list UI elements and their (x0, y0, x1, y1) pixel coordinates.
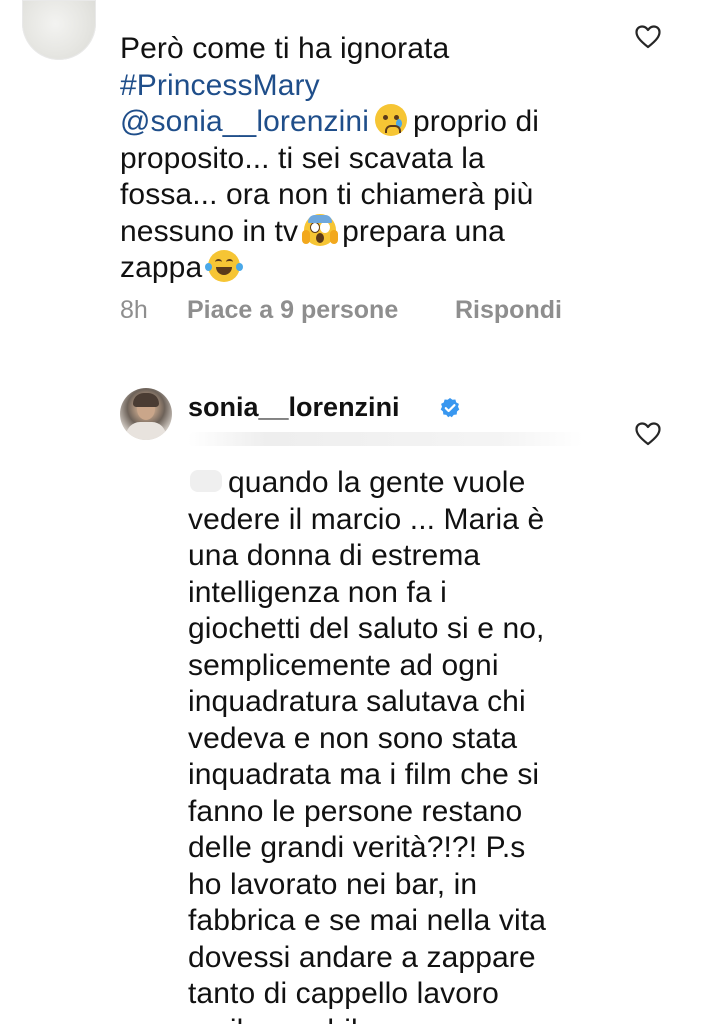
reply-line: vedeva e non sono stata (188, 721, 518, 755)
comments-screen: Però come ti ha ignorata #PrincessMary @… (0, 0, 707, 1024)
reply-line: vedere il marcio ... Maria è (188, 502, 545, 536)
reply-line: giochetti del saluto si e no, (188, 612, 545, 645)
reply-line: delle grandi verità?!?! P.s (188, 831, 526, 864)
comment-line: Però come ti ha ignorata (120, 32, 450, 65)
comment-line: proposito... ti sei scavata la (120, 141, 485, 175)
reply-line: una donna di estrema (188, 539, 481, 572)
commenter-avatar[interactable] (22, 0, 96, 60)
reply-line: inquadrata ma i film che si (188, 758, 540, 791)
mention-link[interactable]: @sonia__lorenzini (120, 105, 369, 138)
heart-outline-icon[interactable] (635, 422, 661, 446)
comment-line: proprio di (412, 105, 540, 138)
reply-line: fabbrica e se mai nella vita (188, 904, 546, 937)
reply-line: fanno le persone restano (188, 794, 523, 828)
redacted-region (188, 432, 583, 446)
comment-timestamp: 8h (120, 296, 148, 324)
reply-avatar[interactable] (120, 388, 172, 440)
verified-badge-icon (440, 398, 460, 418)
reply-line: tanto di cappello lavoro (188, 977, 499, 1010)
comment-line: zappa (120, 251, 203, 284)
reply-line: inquadratura salutava chi (188, 685, 526, 718)
reply-line: dovessi andare a zappare (188, 940, 536, 974)
tears-of-joy-emoji (205, 250, 244, 282)
reply-line: semplicemente ad ogni (188, 648, 499, 682)
reply-username[interactable]: sonia__lorenzini (188, 392, 400, 423)
comment-body: Però come ti ha ignorata #PrincessMary @… (120, 31, 539, 287)
reply-line: intelligenza non fa i (188, 575, 447, 609)
likes-count-link[interactable]: Piace a 9 persone (187, 296, 398, 325)
reply-button[interactable]: Rispondi (455, 296, 562, 325)
hashtag-link[interactable]: #PrincessMary (120, 69, 320, 102)
screaming-face-emoji (302, 213, 339, 246)
reply-body: quando la gente vuole vedere il marcio .… (188, 465, 546, 1024)
comment-line: fossa... ora non ti chiamerà più (120, 178, 534, 211)
comment-line: nessuno in tv (120, 214, 299, 248)
reply-line: quando la gente vuole (228, 466, 526, 499)
heart-outline-icon[interactable] (635, 25, 661, 49)
reply-line: umile e nobile (188, 1014, 375, 1024)
comment-line: prepara una (342, 214, 505, 248)
reply-line: ho lavorato nei bar, in (188, 867, 478, 901)
crying-face-emoji (374, 104, 407, 136)
